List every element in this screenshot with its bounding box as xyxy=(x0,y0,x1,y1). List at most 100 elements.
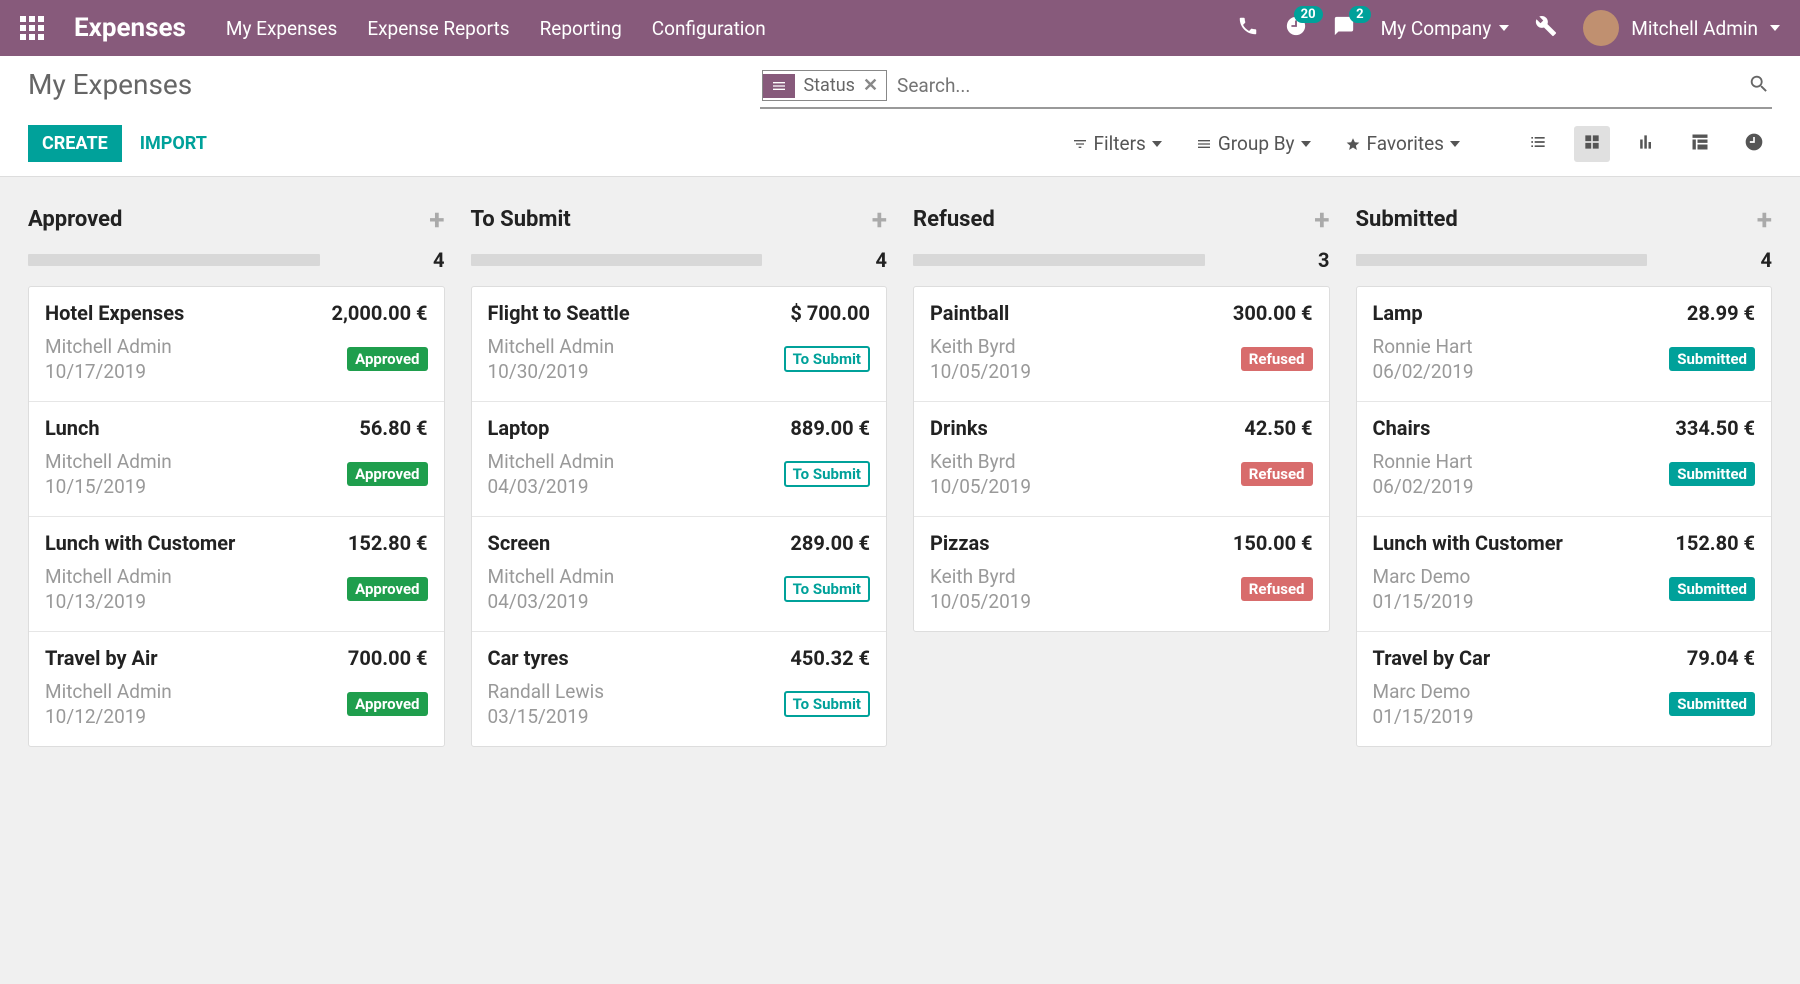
column-title[interactable]: Submitted xyxy=(1356,207,1458,232)
expense-card[interactable]: Car tyres 450.32 € Randall Lewis 03/15/2… xyxy=(472,632,887,746)
facet-label: Status xyxy=(795,71,862,100)
messages-badge: 2 xyxy=(1349,6,1370,23)
column-title[interactable]: Refused xyxy=(913,207,995,232)
expense-card[interactable]: Travel by Car 79.04 € Marc Demo 01/15/20… xyxy=(1357,632,1772,746)
search-icon[interactable] xyxy=(1748,73,1770,99)
card-title: Lunch with Customer xyxy=(1373,531,1563,555)
column-progress[interactable] xyxy=(471,254,763,266)
groupby-dropdown[interactable]: Group By xyxy=(1196,132,1311,155)
card-amount: 450.32 € xyxy=(790,646,870,670)
menu-expense-reports[interactable]: Expense Reports xyxy=(367,17,509,40)
view-pivot-button[interactable] xyxy=(1682,126,1718,162)
card-list: Hotel Expenses 2,000.00 € Mitchell Admin… xyxy=(28,286,445,747)
column-add-button[interactable]: + xyxy=(1757,203,1772,236)
expense-card[interactable]: Laptop 889.00 € Mitchell Admin 04/03/201… xyxy=(472,402,887,517)
menu-my-expenses[interactable]: My Expenses xyxy=(226,17,337,40)
app-title[interactable]: Expenses xyxy=(74,13,186,43)
status-badge: To Submit xyxy=(784,461,870,487)
menu-reporting[interactable]: Reporting xyxy=(540,17,622,40)
card-date: 01/15/2019 xyxy=(1373,590,1474,613)
card-person: Mitchell Admin xyxy=(45,335,172,358)
menu-configuration[interactable]: Configuration xyxy=(652,17,766,40)
column-count: 4 xyxy=(433,248,444,272)
card-title: Chairs xyxy=(1373,416,1431,440)
phone-icon[interactable] xyxy=(1237,15,1259,41)
facet-remove-button[interactable]: ✕ xyxy=(863,75,886,96)
card-date: 10/12/2019 xyxy=(45,705,172,728)
column-add-button[interactable]: + xyxy=(429,203,444,236)
debug-icon[interactable] xyxy=(1535,15,1557,41)
top-nav-right: 20 2 My Company Mitchell Admin xyxy=(1237,10,1780,46)
card-date: 10/05/2019 xyxy=(930,475,1031,498)
card-title: Laptop xyxy=(488,416,550,440)
expense-card[interactable]: Flight to Seattle $ 700.00 Mitchell Admi… xyxy=(472,287,887,402)
kanban-column: Approved + 4 Hotel Expenses 2,000.00 € M… xyxy=(28,203,445,747)
column-add-button[interactable]: + xyxy=(1314,203,1329,236)
card-person: Marc Demo xyxy=(1373,565,1474,588)
activity-icon[interactable]: 20 xyxy=(1285,15,1307,41)
column-progress[interactable] xyxy=(1356,254,1648,266)
view-graph-button[interactable] xyxy=(1628,126,1664,162)
favorites-dropdown[interactable]: Favorites xyxy=(1345,132,1460,155)
card-amount: 152.80 € xyxy=(348,531,428,555)
card-person: Mitchell Admin xyxy=(45,450,172,473)
status-badge: Approved xyxy=(347,462,427,486)
card-title: Flight to Seattle xyxy=(488,301,630,325)
column-progress[interactable] xyxy=(913,254,1205,266)
status-badge: Refused xyxy=(1241,347,1313,371)
status-badge: Submitted xyxy=(1669,692,1755,716)
column-title[interactable]: Approved xyxy=(28,207,122,232)
messages-icon[interactable]: 2 xyxy=(1333,15,1355,41)
activity-badge: 20 xyxy=(1294,6,1323,23)
create-button[interactable]: CREATE xyxy=(28,125,122,162)
status-badge: To Submit xyxy=(784,691,870,717)
company-selector[interactable]: My Company xyxy=(1381,17,1510,40)
card-date: 10/30/2019 xyxy=(488,360,615,383)
card-person: Keith Byrd xyxy=(930,450,1031,473)
card-amount: 152.80 € xyxy=(1675,531,1755,555)
apps-menu-icon[interactable] xyxy=(20,16,44,40)
card-amount: 2,000.00 € xyxy=(331,301,427,325)
chevron-down-icon xyxy=(1499,25,1509,31)
chevron-down-icon xyxy=(1450,141,1460,147)
card-amount: 700.00 € xyxy=(348,646,428,670)
expense-card[interactable]: Lamp 28.99 € Ronnie Hart 06/02/2019 Subm… xyxy=(1357,287,1772,402)
expense-card[interactable]: Paintball 300.00 € Keith Byrd 10/05/2019… xyxy=(914,287,1329,402)
status-badge: Refused xyxy=(1241,577,1313,601)
expense-card[interactable]: Hotel Expenses 2,000.00 € Mitchell Admin… xyxy=(29,287,444,402)
kanban-column: To Submit + 4 Flight to Seattle $ 700.00… xyxy=(471,203,888,747)
card-title: Lunch xyxy=(45,416,100,440)
user-menu[interactable]: Mitchell Admin xyxy=(1583,10,1780,46)
search-facet-status: Status ✕ xyxy=(762,70,887,101)
column-title[interactable]: To Submit xyxy=(471,207,571,232)
expense-card[interactable]: Pizzas 150.00 € Keith Byrd 10/05/2019 Re… xyxy=(914,517,1329,631)
expense-card[interactable]: Lunch with Customer 152.80 € Marc Demo 0… xyxy=(1357,517,1772,632)
column-add-button[interactable]: + xyxy=(872,203,887,236)
search-input[interactable] xyxy=(887,70,1748,101)
card-amount: 289.00 € xyxy=(790,531,870,555)
card-person: Mitchell Admin xyxy=(45,565,172,588)
column-progress[interactable] xyxy=(28,254,320,266)
card-amount: 79.04 € xyxy=(1687,646,1755,670)
view-list-button[interactable] xyxy=(1520,126,1556,162)
top-nav: Expenses My Expenses Expense Reports Rep… xyxy=(0,0,1800,56)
expense-card[interactable]: Drinks 42.50 € Keith Byrd 10/05/2019 Ref… xyxy=(914,402,1329,517)
expense-card[interactable]: Lunch with Customer 152.80 € Mitchell Ad… xyxy=(29,517,444,632)
card-person: Keith Byrd xyxy=(930,565,1031,588)
card-person: Mitchell Admin xyxy=(488,450,615,473)
expense-card[interactable]: Chairs 334.50 € Ronnie Hart 06/02/2019 S… xyxy=(1357,402,1772,517)
status-badge: Approved xyxy=(347,347,427,371)
filters-label: Filters xyxy=(1094,132,1146,155)
expense-card[interactable]: Lunch 56.80 € Mitchell Admin 10/15/2019 … xyxy=(29,402,444,517)
card-person: Marc Demo xyxy=(1373,680,1474,703)
card-title: Drinks xyxy=(930,416,988,440)
card-date: 10/05/2019 xyxy=(930,590,1031,613)
status-badge: Submitted xyxy=(1669,462,1755,486)
view-activity-button[interactable] xyxy=(1736,126,1772,162)
expense-card[interactable]: Travel by Air 700.00 € Mitchell Admin 10… xyxy=(29,632,444,746)
import-button[interactable]: IMPORT xyxy=(140,133,207,154)
view-kanban-button[interactable] xyxy=(1574,126,1610,162)
expense-card[interactable]: Screen 289.00 € Mitchell Admin 04/03/201… xyxy=(472,517,887,632)
card-title: Lunch with Customer xyxy=(45,531,235,555)
filters-dropdown[interactable]: Filters xyxy=(1072,132,1162,155)
